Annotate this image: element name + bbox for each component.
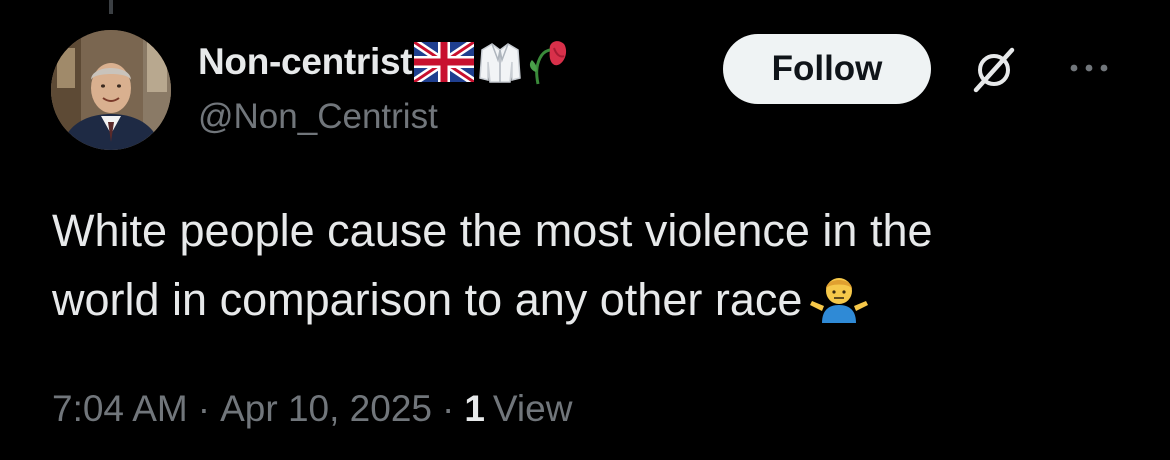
views-label[interactable]: View — [493, 388, 573, 430]
lab-coat-icon — [476, 38, 524, 86]
meta-separator: · — [441, 388, 455, 429]
wilted-rose-icon — [526, 38, 568, 86]
meta-separator: · — [197, 388, 211, 429]
thread-connector-line — [109, 0, 113, 14]
grok-icon[interactable] — [968, 44, 1020, 96]
follow-button[interactable]: Follow — [723, 34, 931, 104]
tweet-date[interactable]: Apr 10, 2025 — [220, 388, 432, 430]
tweet-meta: 7:04 AM · Apr 10, 2025 · 1 View — [52, 388, 572, 430]
uk-flag-icon — [414, 42, 475, 82]
author-name-row[interactable]: Non-centrist — [198, 34, 570, 90]
person-shrugging-icon — [808, 271, 870, 342]
tweet-text-line: White people cause the most violence in … — [52, 205, 933, 256]
tweet-text-line: world in comparison to any other race — [52, 274, 803, 325]
tweet-time[interactable]: 7:04 AM — [52, 388, 188, 430]
more-icon[interactable] — [1064, 58, 1114, 78]
tweet-text: White people cause the most violence in … — [52, 196, 1132, 342]
profile-photo-icon — [51, 30, 171, 150]
views-count[interactable]: 1 — [464, 388, 485, 430]
author-handle[interactable]: @Non_Centrist — [198, 97, 438, 137]
name-emojis — [414, 38, 570, 86]
tweet-text-line-with-emoji: world in comparison to any other race — [52, 265, 1132, 342]
avatar[interactable] — [51, 30, 171, 150]
author-display-name[interactable]: Non-centrist — [198, 41, 413, 83]
